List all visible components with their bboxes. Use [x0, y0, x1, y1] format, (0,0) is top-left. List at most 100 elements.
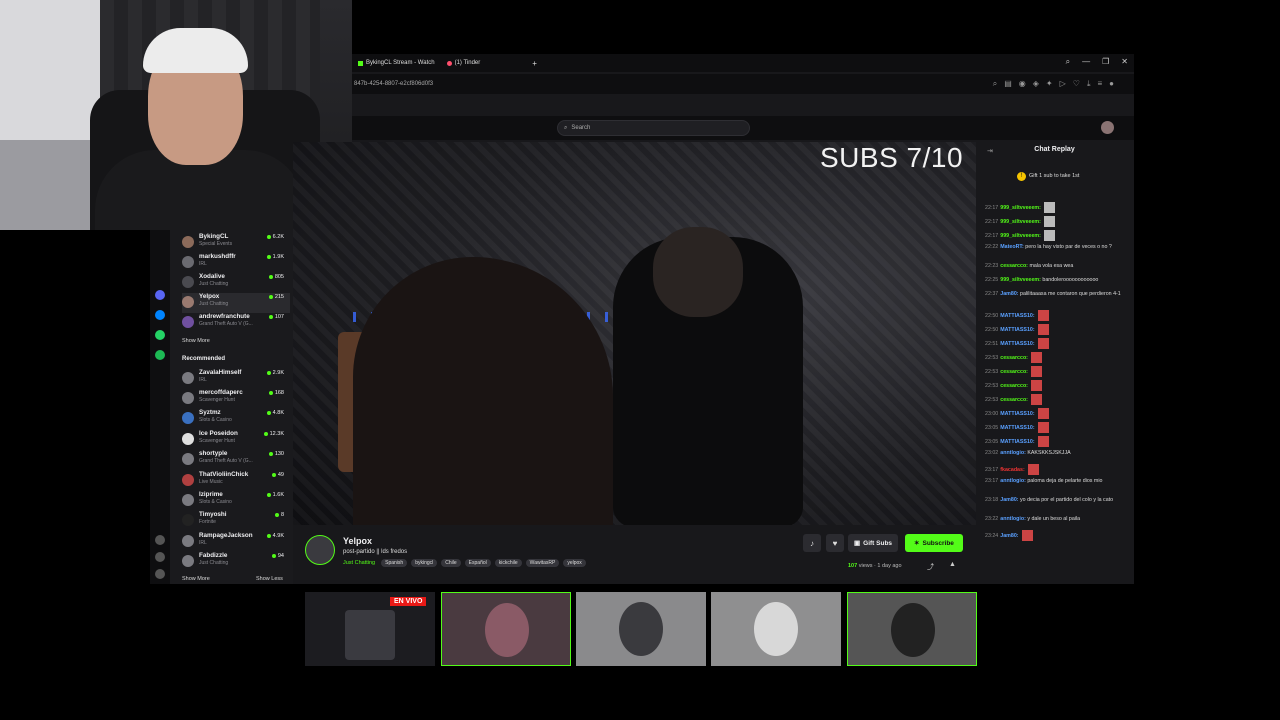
minimize-button[interactable]: —	[1082, 57, 1090, 67]
reader-icon[interactable]: ▤	[1004, 79, 1012, 89]
chat-username[interactable]: 999_siltvveeem:	[1000, 233, 1041, 239]
sidebar-channel-active[interactable]: Yelpox Just Chatting 215	[182, 293, 290, 313]
emote-image	[1028, 464, 1040, 475]
tag[interactable]: Chile	[441, 559, 461, 567]
chat-username[interactable]: MATTIASS10:	[1000, 439, 1034, 445]
sidebar-channel[interactable]: BykingCL Special Events 6.2K	[182, 233, 290, 253]
chat-username[interactable]: anntlogio:	[1000, 450, 1026, 456]
search-tabs-icon[interactable]: ⌕	[1066, 57, 1070, 67]
show-more-link[interactable]: Show More	[182, 338, 210, 344]
extension-icon[interactable]: ✦	[1046, 79, 1053, 89]
show-more-link[interactable]: Show More	[182, 576, 210, 582]
tab-tinder[interactable]: (1) Tinder	[441, 60, 487, 66]
chat-username[interactable]: 999_siltvveeem:	[1000, 277, 1041, 283]
category-link[interactable]: Just Chatting	[343, 560, 375, 566]
search-input[interactable]: ⌕ Search	[557, 120, 750, 136]
profile-icon[interactable]: ●	[1109, 79, 1114, 89]
streamer-name[interactable]: Yelpox	[343, 536, 372, 546]
chat-message: 22:50 MATTIASS10:	[985, 324, 1125, 335]
menu-icon[interactable]: ≡	[1097, 79, 1102, 89]
messenger-icon[interactable]	[155, 310, 165, 320]
stream-thumbnail[interactable]	[441, 592, 571, 666]
sidebar-channel[interactable]: shortyple Grand Theft Auto V (G... 130	[182, 450, 290, 470]
tag[interactable]: yelpox	[563, 559, 586, 567]
timestamp: 23:05	[985, 438, 999, 445]
sidebar-channel[interactable]: Timyoshi Fortnite 8	[182, 511, 290, 531]
sidebar-channel[interactable]: ThatVioliinChick Live Music 49	[182, 471, 290, 491]
chat-username[interactable]: 999_siltvveeem:	[1000, 205, 1041, 211]
sidebar-channel[interactable]: Ice Poseidon Scavenger Hunt 12.3K	[182, 430, 290, 450]
play-icon[interactable]: ▷	[1060, 79, 1066, 89]
tag[interactable]: Spanish	[381, 559, 408, 567]
chat-username[interactable]: MATTIASS10:	[1000, 313, 1034, 319]
report-icon[interactable]: ▲	[949, 561, 956, 568]
spotify-icon[interactable]	[155, 350, 165, 360]
streamer-avatar[interactable]	[305, 535, 335, 565]
stream-thumbnail[interactable]	[711, 592, 841, 666]
tag[interactable]: Español	[464, 559, 491, 567]
chat-username[interactable]: cessarcco:	[1000, 369, 1028, 375]
chat-username[interactable]: MATTIASS10:	[1000, 327, 1034, 333]
history-icon[interactable]	[155, 552, 165, 562]
chat-username[interactable]: Jam80:	[1000, 497, 1018, 503]
subscribe-button[interactable]: ✶ Subscribe	[905, 534, 963, 552]
chat-username[interactable]: 999_siltvveeem:	[1000, 219, 1041, 225]
chat-username[interactable]: anntlogio:	[1000, 478, 1026, 484]
chat-panel: ⇥ Chat Replay ! Gift 1 sub to take 1st 22…	[977, 142, 1132, 584]
stream-thumbnail[interactable]	[576, 592, 706, 666]
gift-subs-button[interactable]: ▣ Gift Subs	[848, 534, 899, 552]
chat-username[interactable]: anntlogio:	[1000, 516, 1026, 522]
chat-username[interactable]: MATTIASS10:	[1000, 425, 1034, 431]
tag[interactable]: WawitasRP	[525, 559, 560, 567]
pinned-gift-banner[interactable]: ! Gift 1 sub to take 1st	[1017, 172, 1079, 181]
sidebar-channel[interactable]: mercoffdaperc Scavenger Hunt 168	[182, 389, 290, 409]
heart-icon[interactable]: ♡	[1073, 79, 1080, 89]
sidebar-channel[interactable]: Syztmz Slots & Casino 4.8K	[182, 409, 290, 429]
shield-icon[interactable]: ◈	[1033, 79, 1039, 89]
chat-username[interactable]: MATTIASS10:	[1000, 341, 1034, 347]
chat-username[interactable]: MateoRT:	[1000, 244, 1024, 250]
show-less-link[interactable]: Show Less	[256, 576, 283, 582]
new-tab-button[interactable]: +	[526, 59, 543, 68]
chat-message: 22:37 Jam80: palilitaaasa me contaron que…	[985, 291, 1125, 298]
sidebar-channel[interactable]: ZavalaHimself IRL 2.9K	[182, 369, 290, 389]
sidebar-channel[interactable]: RampageJackson IRL 4.9K	[182, 532, 290, 552]
tab-kick[interactable]: BykingCL Stream - Watch	[352, 60, 441, 66]
chat-username[interactable]: fkacadas:	[1000, 467, 1024, 473]
whatsapp-icon[interactable]	[155, 330, 165, 340]
chat-username[interactable]: cessarcco:	[1000, 263, 1028, 269]
tag[interactable]: kickchile	[494, 559, 522, 567]
chat-message: 22:53 cessarcco:	[985, 394, 1125, 405]
emote-image	[1031, 394, 1043, 405]
share-icon[interactable]: ⤴	[927, 562, 934, 572]
sidebar-channel[interactable]: Fabdizzle Just Chatting 94	[182, 552, 290, 572]
chat-text: KAKSKKSJSKJJA	[1027, 450, 1071, 456]
close-button[interactable]: ✕	[1121, 57, 1128, 67]
chat-username[interactable]: cessarcco:	[1000, 355, 1028, 361]
camera-icon[interactable]: ◉	[1019, 79, 1026, 89]
more-icon[interactable]	[155, 569, 165, 579]
sidebar-channel[interactable]: Xodalive Just Chatting 805	[182, 273, 290, 293]
download-icon[interactable]: ⤓	[1087, 79, 1091, 89]
address-bar[interactable]: 847b-4254-8807-e2cf806d0f3 ⌕ ▤ ◉ ◈ ✦ ▷ ♡…	[352, 74, 1134, 94]
timestamp: 23:00	[985, 410, 999, 417]
subs-goal-overlay: SUBS 7/10	[820, 142, 964, 173]
chat-username[interactable]: MATTIASS10:	[1000, 411, 1034, 417]
chat-username[interactable]: cessarcco:	[1000, 397, 1028, 403]
sidebar-channel[interactable]: andrewfranchute Grand Theft Auto V (G... 1…	[182, 313, 290, 333]
chat-username[interactable]: cessarcco:	[1000, 383, 1028, 389]
user-avatar[interactable]	[1101, 121, 1114, 134]
follow-button[interactable]: ♥	[826, 534, 844, 552]
sidebar-channel[interactable]: markushdffr IRL 1.9K	[182, 253, 290, 273]
restore-button[interactable]: ❐	[1102, 57, 1109, 67]
chat-username[interactable]: Jam80:	[1000, 533, 1018, 539]
search-icon[interactable]: ⌕	[993, 79, 997, 89]
discord-icon[interactable]	[155, 290, 165, 300]
sidebar-channel[interactable]: Iziprime Slots & Casino 1.6K	[182, 491, 290, 511]
video-player[interactable]	[293, 142, 976, 525]
tag[interactable]: bykingcl	[411, 559, 438, 567]
heart-icon[interactable]	[155, 535, 165, 545]
stream-thumbnail[interactable]	[847, 592, 977, 666]
notification-bell-button[interactable]: ♪	[803, 534, 821, 552]
chat-username[interactable]: Jam80:	[1000, 291, 1018, 297]
